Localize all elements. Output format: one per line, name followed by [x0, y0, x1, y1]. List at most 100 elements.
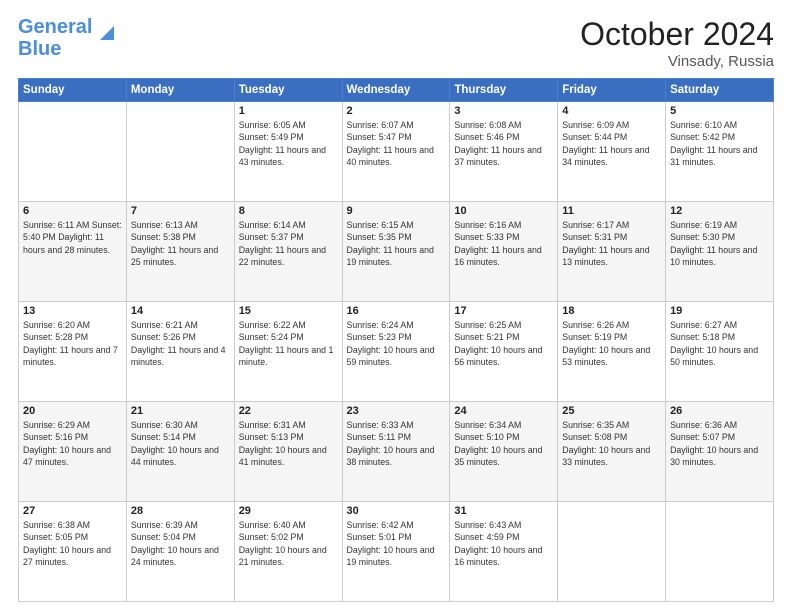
calendar-table: Sunday Monday Tuesday Wednesday Thursday…	[18, 78, 774, 602]
page: GeneralBlue October 2024 Vinsady, Russia…	[0, 0, 792, 612]
calendar-cell: 3 Sunrise: 6:08 AM Sunset: 5:46 PM Daylig…	[450, 102, 558, 202]
day-info: Sunrise: 6:30 AM Sunset: 5:14 PM Dayligh…	[131, 419, 230, 468]
calendar-week-3: 13Sunrise: 6:20 AM Sunset: 5:28 PM Dayli…	[19, 302, 774, 402]
logo-text: GeneralBlue	[18, 16, 92, 60]
logo-icon	[96, 22, 118, 44]
calendar-cell: 28 Sunrise: 6:39 AM Sunset: 5:04 PM Dayli…	[126, 502, 234, 602]
day-info: Sunrise: 6:16 AM Sunset: 5:33 PM Dayligh…	[454, 219, 553, 268]
day-info: Sunrise: 6:05 AM Sunset: 5:49 PM Dayligh…	[239, 119, 338, 168]
day-info: Sunrise: 6:33 AM Sunset: 5:11 PM Dayligh…	[347, 419, 446, 468]
day-info: Sunrise: 6:34 AM Sunset: 5:10 PM Dayligh…	[454, 419, 553, 468]
calendar-cell: 12Sunrise: 6:19 AM Sunset: 5:30 PM Dayli…	[666, 202, 774, 302]
calendar-cell: 4 Sunrise: 6:09 AM Sunset: 5:44 PM Daylig…	[558, 102, 666, 202]
calendar-cell: 8Sunrise: 6:14 AM Sunset: 5:37 PM Daylig…	[234, 202, 342, 302]
col-saturday: Saturday	[666, 79, 774, 102]
day-number: 24	[454, 405, 553, 417]
day-info: Sunrise: 6:22 AM Sunset: 5:24 PM Dayligh…	[239, 319, 338, 368]
day-number: 18	[562, 305, 661, 317]
day-info: Sunrise: 6:14 AM Sunset: 5:37 PM Dayligh…	[239, 219, 338, 268]
day-info: Sunrise: 6:29 AM Sunset: 5:16 PM Dayligh…	[23, 419, 122, 468]
title-block: October 2024 Vinsady, Russia	[580, 16, 774, 70]
day-number: 23	[347, 405, 446, 417]
calendar-cell: 24 Sunrise: 6:34 AM Sunset: 5:10 PM Dayli…	[450, 402, 558, 502]
col-friday: Friday	[558, 79, 666, 102]
calendar-cell: 2Sunrise: 6:07 AM Sunset: 5:47 PM Daylig…	[342, 102, 450, 202]
day-number: 17	[454, 305, 553, 317]
day-number: 30	[347, 505, 446, 517]
day-number: 2	[347, 105, 446, 117]
month-title: October 2024	[580, 16, 774, 53]
calendar-cell: 18 Sunrise: 6:26 AM Sunset: 5:19 PM Dayli…	[558, 302, 666, 402]
calendar-cell: 26 Sunrise: 6:36 AM Sunset: 5:07 PM Dayli…	[666, 402, 774, 502]
day-number: 9	[347, 205, 446, 217]
calendar-cell: 25 Sunrise: 6:35 AM Sunset: 5:08 PM Dayli…	[558, 402, 666, 502]
day-number: 13	[23, 305, 122, 317]
day-info: Sunrise: 6:25 AM Sunset: 5:21 PM Dayligh…	[454, 319, 553, 368]
calendar-header-row: Sunday Monday Tuesday Wednesday Thursday…	[19, 79, 774, 102]
day-number: 19	[670, 305, 769, 317]
col-wednesday: Wednesday	[342, 79, 450, 102]
calendar-cell: 15Sunrise: 6:22 AM Sunset: 5:24 PM Dayli…	[234, 302, 342, 402]
day-info: Sunrise: 6:11 AM Sunset: 5:40 PM Dayligh…	[23, 219, 122, 256]
calendar-cell: 20 Sunrise: 6:29 AM Sunset: 5:16 PM Dayli…	[19, 402, 127, 502]
day-info: Sunrise: 6:39 AM Sunset: 5:04 PM Dayligh…	[131, 519, 230, 568]
day-number: 27	[23, 505, 122, 517]
day-number: 7	[131, 205, 230, 217]
day-number: 26	[670, 405, 769, 417]
calendar-cell: 23 Sunrise: 6:33 AM Sunset: 5:11 PM Dayli…	[342, 402, 450, 502]
calendar-cell: 22 Sunrise: 6:31 AM Sunset: 5:13 PM Dayli…	[234, 402, 342, 502]
day-number: 10	[454, 205, 553, 217]
calendar-cell: 13Sunrise: 6:20 AM Sunset: 5:28 PM Dayli…	[19, 302, 127, 402]
day-info: Sunrise: 6:35 AM Sunset: 5:08 PM Dayligh…	[562, 419, 661, 468]
calendar-cell: 14Sunrise: 6:21 AM Sunset: 5:26 PM Dayli…	[126, 302, 234, 402]
day-info: Sunrise: 6:19 AM Sunset: 5:30 PM Dayligh…	[670, 219, 769, 268]
day-number: 4	[562, 105, 661, 117]
location: Vinsady, Russia	[580, 53, 774, 70]
calendar-cell: 30 Sunrise: 6:42 AM Sunset: 5:01 PM Dayli…	[342, 502, 450, 602]
day-number: 20	[23, 405, 122, 417]
calendar-cell: 27 Sunrise: 6:38 AM Sunset: 5:05 PM Dayli…	[19, 502, 127, 602]
day-info: Sunrise: 6:15 AM Sunset: 5:35 PM Dayligh…	[347, 219, 446, 268]
calendar-cell: 11Sunrise: 6:17 AM Sunset: 5:31 PM Dayli…	[558, 202, 666, 302]
calendar-cell: 5Sunrise: 6:10 AM Sunset: 5:42 PM Daylig…	[666, 102, 774, 202]
day-number: 5	[670, 105, 769, 117]
day-number: 31	[454, 505, 553, 517]
day-number: 1	[239, 105, 338, 117]
calendar-cell: 19 Sunrise: 6:27 AM Sunset: 5:18 PM Dayli…	[666, 302, 774, 402]
col-monday: Monday	[126, 79, 234, 102]
day-info: Sunrise: 6:26 AM Sunset: 5:19 PM Dayligh…	[562, 319, 661, 368]
day-info: Sunrise: 6:24 AM Sunset: 5:23 PM Dayligh…	[347, 319, 446, 368]
day-info: Sunrise: 6:21 AM Sunset: 5:26 PM Dayligh…	[131, 319, 230, 368]
day-number: 3	[454, 105, 553, 117]
day-info: Sunrise: 6:43 AM Sunset: 4:59 PM Dayligh…	[454, 519, 553, 568]
calendar-week-5: 27 Sunrise: 6:38 AM Sunset: 5:05 PM Dayli…	[19, 502, 774, 602]
day-number: 22	[239, 405, 338, 417]
day-info: Sunrise: 6:36 AM Sunset: 5:07 PM Dayligh…	[670, 419, 769, 468]
day-info: Sunrise: 6:08 AM Sunset: 5:46 PM Dayligh…	[454, 119, 553, 168]
calendar-cell	[666, 502, 774, 602]
calendar-cell: 6 Sunrise: 6:11 AM Sunset: 5:40 PM Daylig…	[19, 202, 127, 302]
calendar-cell: 29Sunrise: 6:40 AM Sunset: 5:02 PM Dayli…	[234, 502, 342, 602]
calendar-cell	[558, 502, 666, 602]
day-number: 6	[23, 205, 122, 217]
calendar-cell	[126, 102, 234, 202]
calendar-cell: 7Sunrise: 6:13 AM Sunset: 5:38 PM Daylig…	[126, 202, 234, 302]
col-tuesday: Tuesday	[234, 79, 342, 102]
day-number: 25	[562, 405, 661, 417]
day-info: Sunrise: 6:09 AM Sunset: 5:44 PM Dayligh…	[562, 119, 661, 168]
calendar-cell: 1 Sunrise: 6:05 AM Sunset: 5:49 PM Daylig…	[234, 102, 342, 202]
col-sunday: Sunday	[19, 79, 127, 102]
col-thursday: Thursday	[450, 79, 558, 102]
day-info: Sunrise: 6:27 AM Sunset: 5:18 PM Dayligh…	[670, 319, 769, 368]
calendar-cell: 16Sunrise: 6:24 AM Sunset: 5:23 PM Dayli…	[342, 302, 450, 402]
calendar-cell: 17 Sunrise: 6:25 AM Sunset: 5:21 PM Dayli…	[450, 302, 558, 402]
calendar-cell: 10 Sunrise: 6:16 AM Sunset: 5:33 PM Dayli…	[450, 202, 558, 302]
header: GeneralBlue October 2024 Vinsady, Russia	[18, 16, 774, 70]
day-number: 28	[131, 505, 230, 517]
day-info: Sunrise: 6:42 AM Sunset: 5:01 PM Dayligh…	[347, 519, 446, 568]
calendar-cell	[19, 102, 127, 202]
day-info: Sunrise: 6:38 AM Sunset: 5:05 PM Dayligh…	[23, 519, 122, 568]
day-info: Sunrise: 6:40 AM Sunset: 5:02 PM Dayligh…	[239, 519, 338, 568]
day-info: Sunrise: 6:31 AM Sunset: 5:13 PM Dayligh…	[239, 419, 338, 468]
logo: GeneralBlue	[18, 16, 118, 60]
